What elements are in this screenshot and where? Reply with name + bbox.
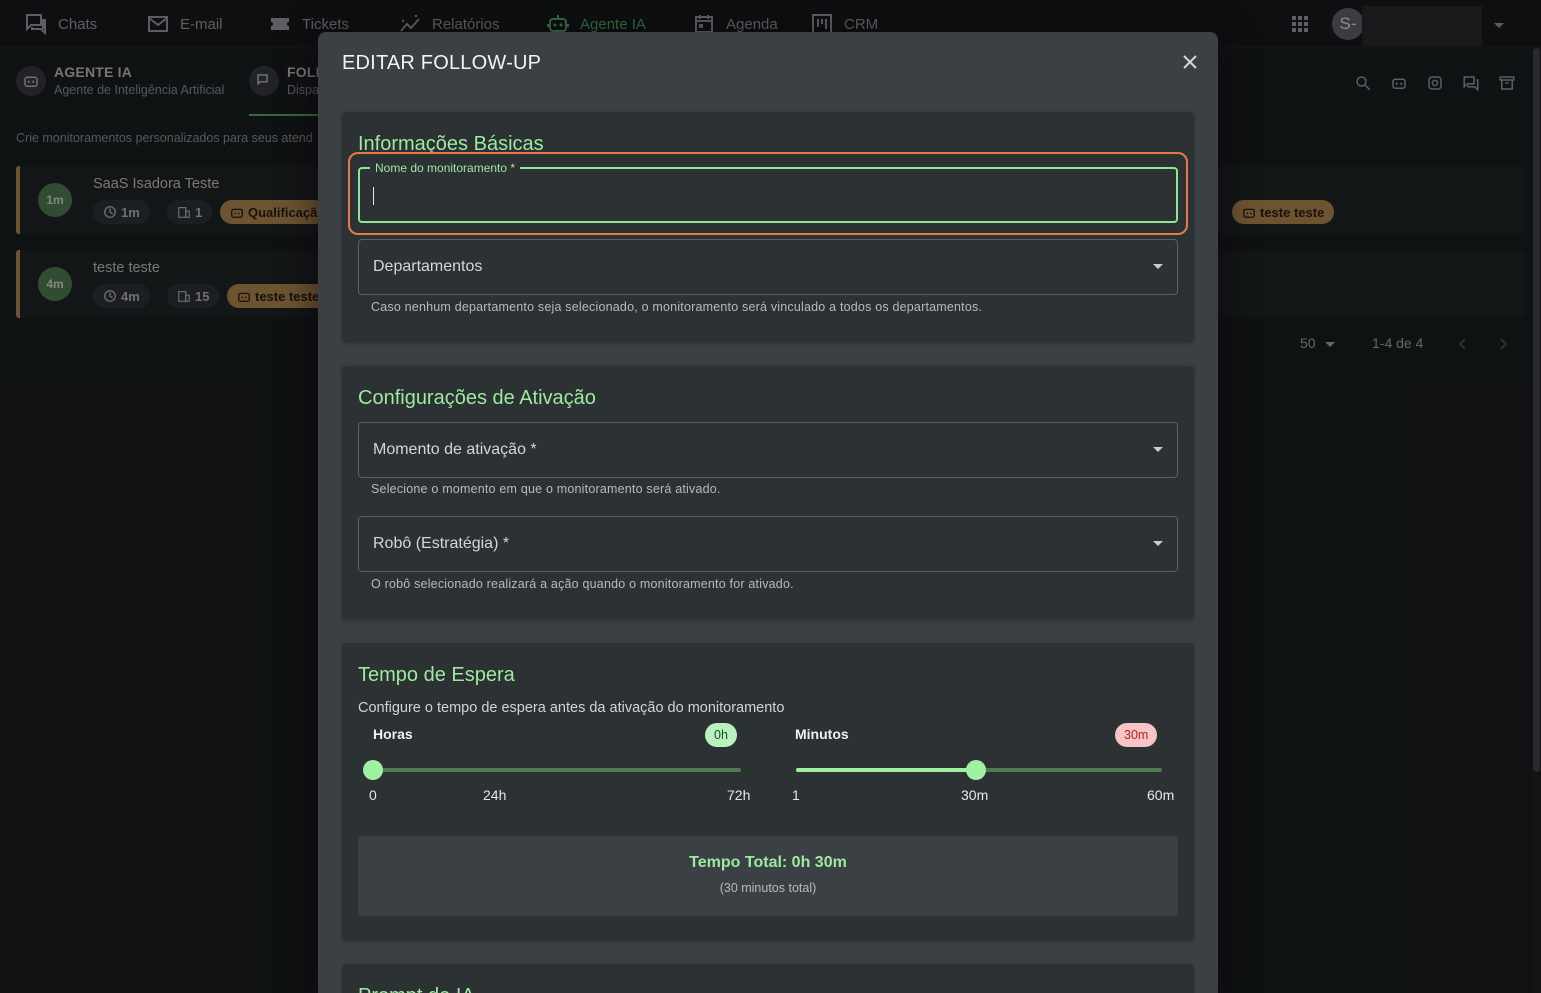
field-label: Momento de ativação * bbox=[373, 441, 537, 458]
dropdown-arrow-icon bbox=[1153, 447, 1163, 452]
total-time-box: Tempo Total: 0h 30m (30 minutos total) bbox=[358, 836, 1178, 916]
hours-slider-thumb[interactable] bbox=[363, 760, 383, 780]
edit-follow-up-dialog: EDITAR FOLLOW-UP Informações Básicas Nom… bbox=[318, 32, 1218, 993]
hours-slider-track[interactable] bbox=[373, 768, 741, 772]
section-title: Configurações de Ativação bbox=[358, 387, 596, 409]
text-cursor bbox=[373, 187, 374, 205]
hours-value-badge: 0h bbox=[705, 723, 737, 747]
total-time-subtitle: (30 minutos total) bbox=[719, 881, 817, 895]
helper-text: Caso nenhum departamento seja selecionad… bbox=[371, 300, 983, 314]
total-time-title: Tempo Total: 0h 30m bbox=[689, 854, 847, 871]
robot-strategy-select[interactable]: Robô (Estratégia) * bbox=[358, 516, 1178, 572]
minutes-slider-fill bbox=[796, 768, 976, 772]
hours-tick-max: 72h bbox=[727, 787, 751, 803]
dialog-title: EDITAR FOLLOW-UP bbox=[342, 52, 542, 74]
helper-text: Selecione o momento em que o monitoramen… bbox=[371, 482, 721, 496]
dropdown-arrow-icon bbox=[1153, 264, 1163, 269]
minutes-tick-min: 1 bbox=[792, 787, 800, 803]
section-subtitle: Configure o tempo de espera antes da ati… bbox=[358, 700, 785, 716]
helper-text: O robô selecionado realizará a ação quan… bbox=[371, 577, 794, 591]
field-label: Nome do monitoramento * bbox=[370, 161, 521, 175]
hours-tick-mid: 24h bbox=[483, 787, 507, 803]
basic-info-section: Informações Básicas Nome do monitorament… bbox=[342, 112, 1194, 342]
minutes-tick-mid: 30m bbox=[961, 787, 989, 803]
field-label: Robô (Estratégia) * bbox=[373, 535, 510, 552]
activation-section: Configurações de Ativação Momento de ati… bbox=[342, 366, 1194, 619]
dropdown-arrow-icon bbox=[1153, 541, 1163, 546]
wait-time-section: Tempo de Espera Configure o tempo de esp… bbox=[342, 643, 1194, 940]
ai-prompt-section: Prompt de IA bbox=[342, 964, 1194, 993]
hours-label: Horas bbox=[373, 726, 413, 742]
monitoring-name-input[interactable]: Nome do monitoramento * bbox=[358, 161, 1178, 223]
hours-tick-min: 0 bbox=[369, 787, 377, 803]
minutes-label: Minutos bbox=[795, 726, 849, 742]
section-title: Prompt de IA bbox=[358, 985, 475, 993]
departments-select[interactable]: Departamentos bbox=[358, 239, 1178, 295]
section-title: Tempo de Espera bbox=[358, 664, 515, 686]
minutes-slider-thumb[interactable] bbox=[965, 760, 986, 780]
close-icon[interactable] bbox=[1178, 50, 1202, 74]
field-label: Departamentos bbox=[373, 258, 483, 275]
activation-moment-select[interactable]: Momento de ativação * bbox=[358, 422, 1178, 478]
minutes-tick-max: 60m bbox=[1147, 787, 1175, 803]
minutes-value-badge: 30m bbox=[1115, 723, 1158, 747]
